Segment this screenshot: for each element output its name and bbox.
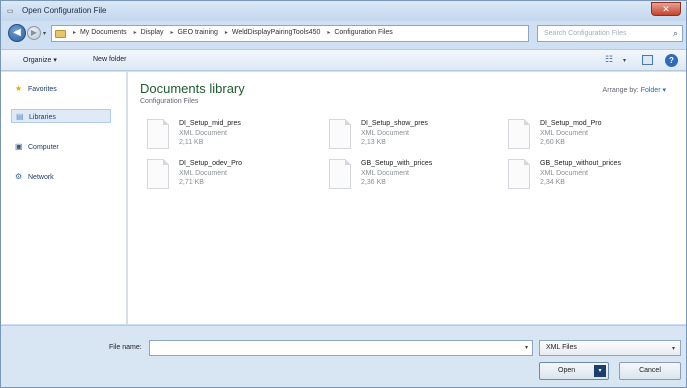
chevron-down-icon: ▾ — [671, 346, 675, 352]
file-name: DI_Setup_mod_Pro — [540, 120, 602, 127]
close-button[interactable]: ✕ — [651, 2, 681, 16]
cancel-button[interactable]: Cancel — [619, 362, 681, 380]
file-name-bar: File name: ▾ XML Files ▾ Open ▾ Cancel — [1, 325, 686, 387]
change-view-icon[interactable]: ☷ — [605, 54, 613, 65]
file-type: XML Document — [361, 130, 409, 137]
chevron-right-icon[interactable]: ▸ — [170, 30, 173, 36]
file-name: DI_Setup_odev_Pro — [179, 160, 243, 167]
xml-file-icon — [329, 119, 351, 149]
chevron-down-icon[interactable]: ▾ — [525, 344, 528, 351]
file-name: GB_Setup_with_prices — [361, 160, 433, 167]
arrange-by-dropdown[interactable]: Folder ▾ — [641, 87, 666, 94]
search-icon[interactable]: ⌕ — [673, 28, 678, 39]
library-title: Documents library — [140, 81, 245, 96]
file-type: XML Document — [179, 130, 227, 137]
breadcrumb-item[interactable]: Display — [141, 29, 164, 36]
window-title: Open Configuration File — [22, 6, 107, 15]
file-item[interactable]: DI_Setup_mod_Pro XML Document 2,60 KB — [508, 119, 678, 159]
nav-item-favorites[interactable]: ★ Favorites — [15, 84, 57, 93]
open-file-dialog: ▭ Open Configuration File ✕ ◀ ▶ ▾ ▸ My D… — [0, 0, 687, 388]
file-size: 2,11 KB — [179, 139, 204, 146]
address-row: ◀ ▶ ▾ ▸ My Documents ▸ Display ▸ GEO tra… — [1, 21, 686, 47]
file-name-label: File name: — [109, 344, 142, 351]
file-type: XML Document — [361, 170, 409, 177]
nav-item-label: Computer — [28, 144, 59, 151]
file-type: XML Document — [179, 170, 227, 177]
chevron-right-icon[interactable]: ▸ — [134, 30, 137, 36]
back-button[interactable]: ◀ — [8, 24, 26, 42]
file-item[interactable]: GB_Setup_with_prices XML Document 2,36 K… — [329, 159, 499, 199]
arrange-by: Arrange by: Folder ▾ — [603, 86, 666, 94]
libraries-icon: ▤ — [16, 112, 24, 121]
file-name: DI_Setup_show_pres — [361, 120, 428, 127]
file-type-select[interactable]: XML Files ▾ — [539, 340, 681, 356]
open-button[interactable]: Open ▾ — [539, 362, 609, 380]
library-subtitle: Configuration Files — [140, 98, 199, 105]
star-icon: ★ — [15, 84, 23, 93]
preview-pane-icon[interactable] — [642, 55, 653, 65]
xml-file-icon — [508, 119, 530, 149]
file-item[interactable]: DI_Setup_mid_pres XML Document 2,11 KB — [147, 119, 317, 159]
file-size: 2,13 KB — [361, 139, 386, 146]
forward-button[interactable]: ▶ — [27, 26, 41, 40]
chevron-right-icon[interactable]: ▸ — [73, 30, 76, 36]
app-icon: ▭ — [7, 8, 14, 15]
recent-locations-dropdown-icon[interactable]: ▾ — [43, 30, 46, 37]
file-type-value: XML Files — [546, 344, 577, 351]
xml-file-icon — [147, 159, 169, 189]
file-name-input[interactable]: ▾ — [149, 340, 533, 356]
nav-item-network[interactable]: ⚙ Network — [15, 172, 54, 181]
open-options-dropdown-icon[interactable]: ▾ — [594, 365, 606, 377]
file-name: DI_Setup_mid_pres — [179, 120, 241, 127]
breadcrumb-item[interactable]: Configuration Files — [334, 29, 392, 36]
breadcrumb-item[interactable]: My Documents — [80, 29, 127, 36]
file-item[interactable]: DI_Setup_show_pres XML Document 2,13 KB — [329, 119, 499, 159]
nav-item-libraries[interactable]: ▤ Libraries — [11, 109, 111, 123]
xml-file-icon — [508, 159, 530, 189]
file-list-pane: Documents library Configuration Files Ar… — [128, 72, 686, 324]
file-name: GB_Setup_without_prices — [540, 160, 621, 167]
file-size: 2,71 KB — [179, 179, 204, 186]
navigation-pane: ★ Favorites ▤ Libraries ▣ Computer ⚙ Network — [1, 72, 127, 324]
xml-file-icon — [329, 159, 351, 189]
file-type: XML Document — [540, 130, 588, 137]
arrange-by-label: Arrange by: — [602, 87, 639, 94]
folder-icon — [55, 30, 66, 38]
open-button-label: Open — [558, 367, 576, 374]
command-bar: Organize ▾ New folder ☷ ▾ ? — [1, 49, 686, 71]
nav-item-computer[interactable]: ▣ Computer — [15, 142, 59, 151]
search-input[interactable]: Search Configuration Files ⌕ — [537, 25, 683, 42]
chevron-right-icon[interactable]: ▸ — [225, 30, 228, 36]
nav-item-label: Libraries — [29, 114, 56, 121]
nav-item-label: Favorites — [28, 86, 57, 93]
xml-file-icon — [147, 119, 169, 149]
help-icon[interactable]: ? — [665, 54, 678, 67]
nav-item-label: Network — [28, 174, 54, 181]
file-size: 2,36 KB — [361, 179, 386, 186]
title-bar[interactable]: ▭ Open Configuration File ✕ — [1, 1, 686, 21]
search-placeholder: Search Configuration Files — [544, 30, 627, 37]
breadcrumb-item[interactable]: WeldDisplayPairingTools450 — [232, 29, 321, 36]
address-bar[interactable]: ▸ My Documents ▸ Display ▸ GEO training … — [51, 25, 579, 42]
computer-icon: ▣ — [15, 142, 23, 151]
chevron-down-icon[interactable]: ▾ — [623, 57, 626, 64]
organize-button[interactable]: Organize ▾ — [23, 56, 57, 64]
network-icon: ⚙ — [15, 172, 23, 181]
file-size: 2,60 KB — [540, 139, 565, 146]
file-item[interactable]: GB_Setup_without_prices XML Document 2,3… — [508, 159, 678, 199]
chevron-right-icon[interactable]: ▸ — [327, 30, 330, 36]
breadcrumb: ▸ My Documents ▸ Display ▸ GEO training … — [70, 29, 395, 36]
file-size: 2,34 KB — [540, 179, 565, 186]
new-folder-button[interactable]: New folder — [93, 56, 126, 63]
breadcrumb-item[interactable]: GEO training — [177, 29, 217, 36]
file-item[interactable]: DI_Setup_odev_Pro XML Document 2,71 KB — [147, 159, 317, 199]
file-type: XML Document — [540, 170, 588, 177]
